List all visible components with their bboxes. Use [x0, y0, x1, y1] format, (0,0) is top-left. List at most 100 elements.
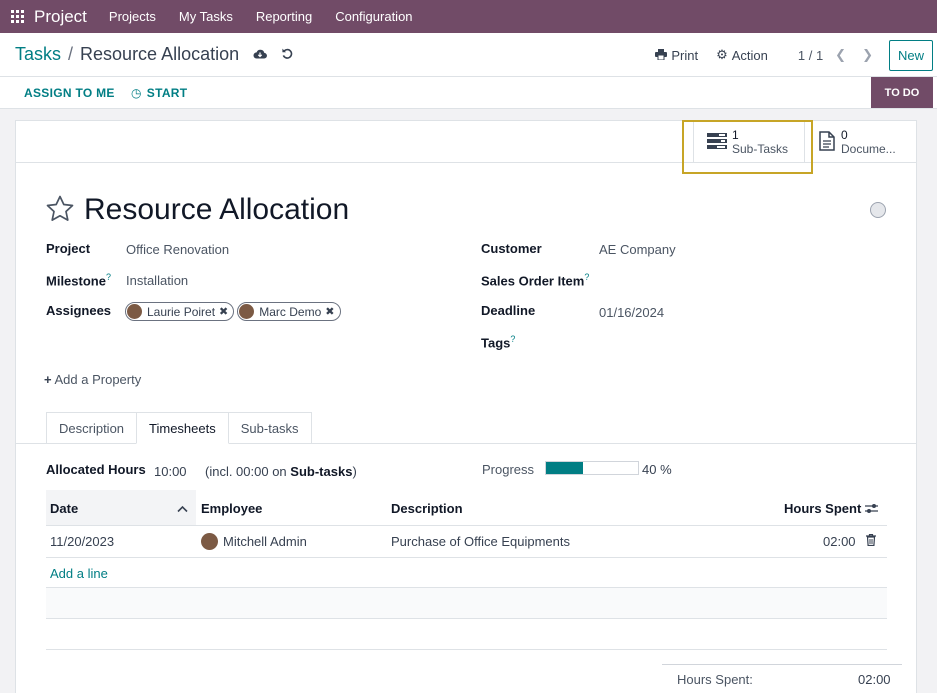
project-label: Project: [46, 241, 91, 256]
assign-to-me-button[interactable]: ASSIGN TO ME: [24, 86, 115, 100]
progress-bar: [545, 461, 639, 475]
assignees-field[interactable]: Laurie Poiret ✖ Marc Demo ✖: [125, 302, 344, 321]
menu-my-tasks[interactable]: My Tasks: [179, 9, 233, 24]
stage-todo[interactable]: TO DO: [871, 77, 933, 108]
task-title[interactable]: Resource Allocation: [84, 193, 349, 227]
deadline-field[interactable]: 01/16/2024: [599, 305, 664, 320]
allocated-incl-note: (incl. 00:00 on Sub-tasks): [205, 464, 357, 479]
cloud-save-icon[interactable]: [253, 47, 268, 63]
menu-configuration[interactable]: Configuration: [335, 9, 412, 24]
sales-order-item-label: Sales Order Item?: [481, 272, 589, 288]
top-navbar: Project Projects My Tasks Reporting Conf…: [0, 0, 937, 33]
documents-smart-button[interactable]: 0 Docume...: [805, 121, 916, 163]
row-employee-name: Mitchell Admin: [223, 534, 307, 549]
tab-description[interactable]: Description: [46, 412, 138, 444]
notebook-tabs: Description Timesheets Sub-tasks: [46, 412, 312, 444]
allocated-hours-label: Allocated Hours: [46, 462, 146, 477]
remove-tag-icon[interactable]: ✖: [219, 305, 228, 318]
form-sheet: 1 Sub-Tasks 0 Docume... Resource Allocat…: [15, 120, 917, 693]
breadcrumb-current: Resource Allocation: [80, 44, 240, 64]
column-employee[interactable]: Employee: [201, 501, 262, 516]
status-bar: ASSIGN TO ME ◷ START TO DO: [0, 77, 937, 109]
add-line-link[interactable]: Add a line: [50, 566, 108, 581]
column-date[interactable]: Date: [50, 501, 78, 516]
print-icon: [655, 48, 668, 63]
allocated-hours-field[interactable]: 10:00: [154, 464, 187, 479]
apps-menu-icon[interactable]: [0, 10, 34, 23]
column-hours-spent[interactable]: Hours Spent: [784, 501, 861, 516]
menu-reporting[interactable]: Reporting: [256, 9, 312, 24]
new-button[interactable]: New: [888, 39, 933, 71]
project-field[interactable]: Office Renovation: [126, 242, 229, 257]
column-description[interactable]: Description: [391, 501, 463, 516]
remove-tag-icon[interactable]: ✖: [325, 305, 334, 318]
assignees-label: Assignees: [46, 303, 112, 318]
documents-count: 0: [841, 128, 848, 142]
table-row[interactable]: 11/20/2023 Mitchell Admin Purchase of Of…: [46, 526, 887, 558]
progress-percent: 40 %: [642, 462, 672, 477]
incl-prefix: (incl. 00:00 on: [205, 464, 287, 479]
empty-row: [46, 619, 887, 650]
action-button[interactable]: ⚙ Action: [716, 47, 768, 63]
kanban-state-icon[interactable]: [870, 202, 886, 218]
avatar: [239, 304, 255, 319]
star-priority-icon[interactable]: [46, 195, 74, 225]
pager-previous-icon[interactable]: ❮: [835, 47, 846, 63]
row-date: 11/20/2023: [50, 534, 115, 549]
add-property-button[interactable]: + Add a Property: [44, 372, 141, 387]
row-description: Purchase of Office Equipments: [391, 534, 570, 549]
optional-columns-icon[interactable]: [865, 502, 878, 517]
gear-icon: ⚙: [716, 47, 728, 62]
pager-value[interactable]: 1 / 1: [798, 48, 823, 63]
row-employee: Mitchell Admin: [201, 533, 307, 550]
assignee-name: Marc Demo: [259, 304, 322, 319]
sales-order-item-field[interactable]: [599, 273, 799, 289]
tab-sub-tasks[interactable]: Sub-tasks: [227, 412, 312, 444]
breadcrumb-tasks-link[interactable]: Tasks: [15, 44, 61, 65]
hours-spent-total-value: 02:00: [858, 672, 891, 687]
add-line-row: Add a line: [46, 558, 887, 588]
tags-help-icon[interactable]: ?: [510, 334, 515, 344]
avatar: [127, 304, 142, 319]
breadcrumb-separator: /: [68, 44, 74, 64]
clock-icon: ◷: [131, 86, 142, 100]
start-label: START: [146, 86, 188, 100]
pager-next-icon[interactable]: ❯: [862, 47, 873, 63]
app-name[interactable]: Project: [34, 7, 87, 27]
task-title-row: Resource Allocation: [46, 193, 349, 227]
milestone-label-text: Milestone: [46, 273, 106, 289]
tab-timesheets[interactable]: Timesheets: [136, 412, 229, 444]
milestone-label: Milestone?: [46, 272, 111, 288]
control-panel: Tasks / Resource Allocation Print ⚙ Acti…: [0, 33, 937, 77]
row-hours: 02:00: [823, 534, 856, 549]
plus-icon: +: [44, 372, 52, 387]
documents-label: Docume...: [841, 142, 896, 156]
progress-label: Progress: [482, 462, 535, 477]
customer-label: Customer: [481, 241, 542, 256]
add-property-label: Add a Property: [54, 372, 142, 387]
sales-order-item-label-text: Sales Order Item: [481, 273, 585, 289]
milestone-field[interactable]: Installation: [126, 273, 188, 288]
empty-row: [46, 588, 887, 619]
breadcrumb: Tasks / Resource Allocation: [15, 44, 294, 65]
customer-field[interactable]: AE Company: [599, 242, 676, 257]
discard-undo-icon[interactable]: [281, 47, 294, 63]
menu-projects[interactable]: Projects: [109, 9, 156, 24]
tags-label: Tags?: [481, 334, 515, 350]
table-header: Date Employee Description Hours Spent: [46, 490, 887, 526]
milestone-help-icon[interactable]: ?: [106, 272, 111, 282]
action-label: Action: [731, 47, 768, 63]
assignee-tag[interactable]: Laurie Poiret ✖: [125, 302, 235, 321]
assignee-tag[interactable]: Marc Demo ✖: [237, 302, 341, 321]
incl-suffix: ): [352, 464, 357, 479]
start-button[interactable]: ◷ START: [131, 86, 187, 100]
sort-ascending-icon[interactable]: [177, 501, 188, 516]
sales-order-help-icon[interactable]: ?: [584, 272, 589, 282]
tags-label-text: Tags: [481, 335, 511, 351]
print-button[interactable]: Print: [655, 48, 698, 63]
print-label: Print: [671, 47, 699, 63]
tags-field[interactable]: [599, 335, 799, 351]
deadline-label: Deadline: [481, 303, 536, 318]
trash-icon[interactable]: [866, 533, 876, 549]
progress-bar-fill: [546, 462, 583, 474]
